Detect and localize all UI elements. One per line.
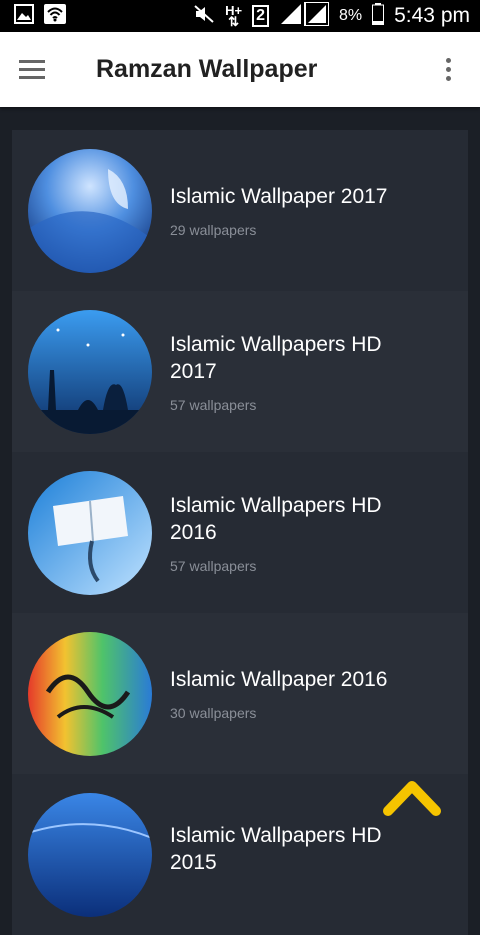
page-title: Ramzan Wallpaper xyxy=(96,55,318,83)
category-thumbnail xyxy=(28,631,152,756)
menu-button[interactable] xyxy=(0,32,64,107)
list-item[interactable]: Islamic Wallpapers HD 2017 57 wallpapers xyxy=(12,291,468,452)
category-title: Islamic Wallpaper 2017 xyxy=(170,185,388,208)
wifi-icon xyxy=(44,3,66,29)
hamburger-icon xyxy=(19,55,45,84)
signal-icon xyxy=(279,0,330,31)
list-item[interactable]: Islamic Wallpaper 2017 29 wallpapers xyxy=(12,130,468,291)
list-item[interactable]: Islamic Wallpapers HD 2016 57 wallpapers xyxy=(12,452,468,613)
network-type-label: H+ xyxy=(225,3,243,18)
status-bar: H+ ⇅ 2 8% 5:43 pm xyxy=(0,0,480,32)
category-thumbnail xyxy=(28,309,152,434)
category-thumbnail xyxy=(28,470,152,595)
more-vert-icon xyxy=(445,54,451,85)
wallpaper-count: 30 wallpapers xyxy=(170,705,257,721)
battery-icon xyxy=(372,2,385,30)
network-type-indicator: H+ ⇅ xyxy=(225,3,243,29)
category-title: Islamic Wallpapers HD 2015 xyxy=(170,823,382,874)
wallpaper-count: 57 wallpapers xyxy=(170,396,257,413)
wallpaper-count: 29 wallpapers xyxy=(170,222,257,238)
wallpaper-count: 57 wallpapers xyxy=(170,557,257,574)
sim-slot-badge: 2 xyxy=(252,5,269,27)
list-item[interactable]: Islamic Wallpaper 2016 30 wallpapers xyxy=(12,613,468,774)
category-title: Islamic Wallpapers HD 2017 xyxy=(170,332,382,383)
chevron-up-icon xyxy=(383,781,441,816)
battery-percent: 8% xyxy=(338,7,363,24)
category-title: Islamic Wallpapers HD 2016 xyxy=(170,493,382,544)
app-bar: Ramzan Wallpaper xyxy=(0,32,480,107)
category-thumbnail xyxy=(28,792,152,917)
scroll-to-top-button[interactable] xyxy=(383,776,441,818)
image-icon xyxy=(14,3,34,29)
category-title: Islamic Wallpaper 2016 xyxy=(170,668,388,691)
category-thumbnail xyxy=(28,148,152,273)
clock: 5:43 pm xyxy=(394,4,470,27)
overflow-menu-button[interactable] xyxy=(416,32,480,107)
mute-icon xyxy=(193,4,215,29)
